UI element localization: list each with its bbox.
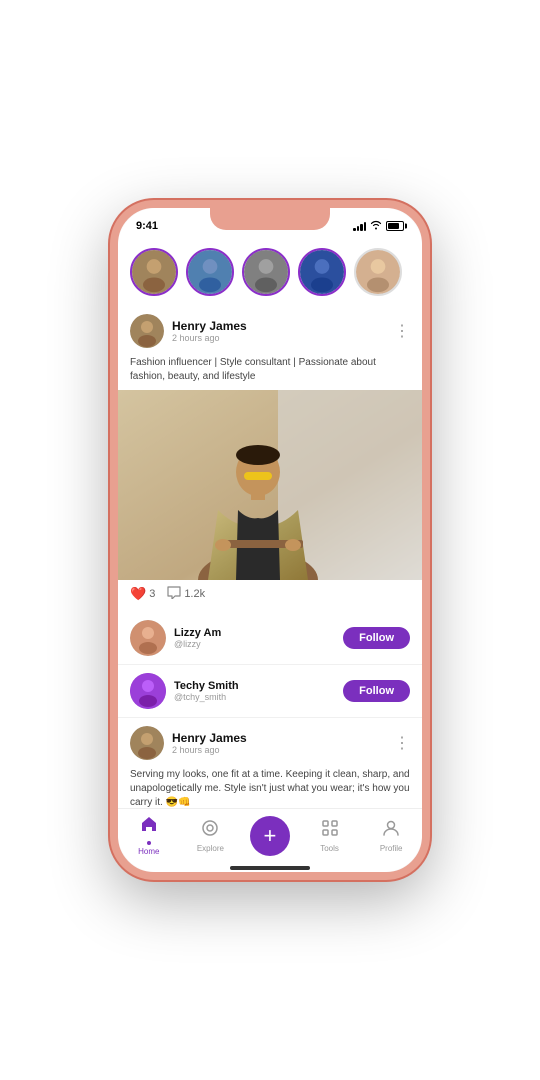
status-icons bbox=[353, 220, 404, 232]
suggestion-user: Techy Smith @tchy_smith bbox=[130, 673, 239, 709]
comment-action[interactable]: 1.2k bbox=[167, 586, 205, 602]
nav-item-home[interactable]: Home bbox=[127, 815, 171, 856]
nav-label-home: Home bbox=[138, 847, 159, 856]
follow-button[interactable]: Follow bbox=[343, 627, 410, 649]
home-icon bbox=[140, 815, 158, 838]
nav-item-explore[interactable]: Explore bbox=[188, 819, 232, 853]
suggestion-avatar bbox=[130, 620, 166, 656]
post-avatar-2 bbox=[130, 726, 164, 760]
nav-label-tools: Tools bbox=[320, 844, 339, 853]
suggestion-info: Lizzy Am @lizzy bbox=[174, 627, 221, 649]
suggestion-item: Techy Smith @tchy_smith Follow bbox=[118, 665, 422, 718]
suggestions-section: Lizzy Am @lizzy Follow bbox=[118, 612, 422, 718]
post-caption: Fashion influencer | Style consultant | … bbox=[118, 356, 422, 390]
story-avatar[interactable] bbox=[298, 248, 346, 296]
explore-icon bbox=[201, 819, 219, 842]
follow-button[interactable]: Follow bbox=[343, 680, 410, 702]
suggestion-avatar bbox=[130, 673, 166, 709]
signal-bars-icon bbox=[353, 221, 366, 231]
post-card-2: Henry James 2 hours ago ⋮ Serving my loo… bbox=[118, 718, 422, 808]
post-header: Henry James 2 hours ago ⋮ bbox=[118, 306, 422, 356]
post-info: Henry James 2 hours ago bbox=[172, 319, 247, 343]
post-user: Henry James 2 hours ago bbox=[130, 314, 247, 348]
suggestion-info: Techy Smith @tchy_smith bbox=[174, 680, 239, 702]
main-content: Henry James 2 hours ago ⋮ Fashion influe… bbox=[118, 238, 422, 808]
post-user-2: Henry James 2 hours ago bbox=[130, 726, 247, 760]
comment-icon bbox=[167, 586, 181, 602]
suggestion-handle: @lizzy bbox=[174, 639, 221, 649]
story-avatar[interactable] bbox=[186, 248, 234, 296]
suggestion-user: Lizzy Am @lizzy bbox=[130, 620, 221, 656]
suggestion-name: Techy Smith bbox=[174, 680, 239, 692]
tools-icon bbox=[321, 819, 339, 842]
nav-label-profile: Profile bbox=[380, 844, 403, 853]
status-time: 9:41 bbox=[136, 220, 158, 232]
post-actions: ❤️ 3 1.2k bbox=[118, 580, 422, 608]
profile-icon bbox=[382, 819, 400, 842]
story-avatar[interactable] bbox=[354, 248, 402, 296]
suggestion-name: Lizzy Am bbox=[174, 627, 221, 639]
add-icon: + bbox=[264, 823, 277, 849]
like-action[interactable]: ❤️ 3 bbox=[130, 586, 155, 602]
nav-item-tools[interactable]: Tools bbox=[308, 819, 352, 853]
stories-row bbox=[118, 238, 422, 306]
nav-add-button[interactable]: + bbox=[250, 816, 290, 856]
post-image bbox=[118, 390, 422, 580]
bottom-navigation: Home Explore + bbox=[118, 808, 422, 866]
like-count: 3 bbox=[149, 588, 155, 600]
post-avatar bbox=[130, 314, 164, 348]
home-indicator bbox=[230, 866, 310, 870]
story-avatar[interactable] bbox=[242, 248, 290, 296]
post-info-2: Henry James 2 hours ago bbox=[172, 731, 247, 755]
story-avatar[interactable] bbox=[130, 248, 178, 296]
post-header-2: Henry James 2 hours ago ⋮ bbox=[118, 718, 422, 768]
suggestion-handle: @tchy_smith bbox=[174, 692, 239, 702]
post-username: Henry James bbox=[172, 319, 247, 333]
post-time: 2 hours ago bbox=[172, 333, 247, 343]
home-active-dot bbox=[147, 841, 151, 845]
post-time-2: 2 hours ago bbox=[172, 745, 247, 755]
heart-icon: ❤️ bbox=[130, 586, 146, 602]
post-menu-button-2[interactable]: ⋮ bbox=[394, 733, 410, 753]
nav-label-explore: Explore bbox=[197, 844, 224, 853]
battery-icon bbox=[386, 221, 404, 231]
nav-item-profile[interactable]: Profile bbox=[369, 819, 413, 853]
post-card: Henry James 2 hours ago ⋮ Fashion influe… bbox=[118, 306, 422, 608]
post-username-2: Henry James bbox=[172, 731, 247, 745]
post-caption-2: Serving my looks, one fit at a time. Kee… bbox=[118, 768, 422, 808]
post-menu-button[interactable]: ⋮ bbox=[394, 321, 410, 341]
comment-count: 1.2k bbox=[184, 588, 205, 600]
wifi-icon bbox=[370, 220, 382, 232]
suggestion-item: Lizzy Am @lizzy Follow bbox=[118, 612, 422, 665]
